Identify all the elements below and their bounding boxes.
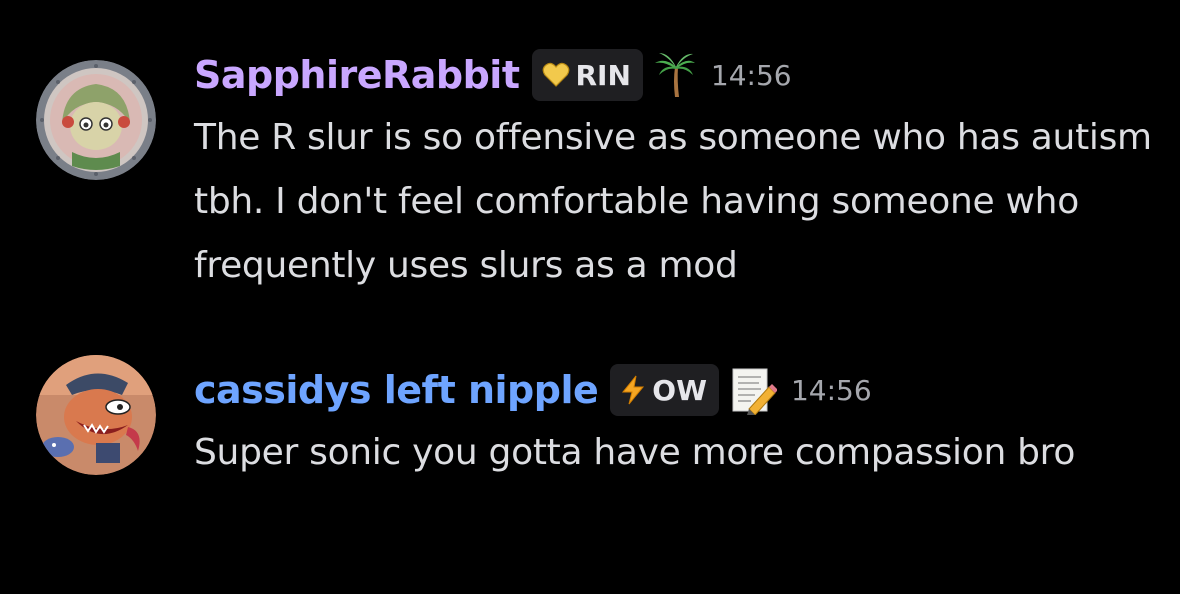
server-tag-label: RIN: [575, 58, 631, 92]
message-header: SapphireRabbit RIN 14:56: [194, 40, 792, 110]
memo-icon: [729, 365, 777, 415]
avatar[interactable]: [36, 355, 156, 475]
username[interactable]: SapphireRabbit: [194, 53, 520, 97]
yellow-heart-icon: [542, 62, 570, 88]
avatar[interactable]: [36, 60, 156, 180]
username[interactable]: cassidys left nipple: [194, 368, 599, 412]
server-tag[interactable]: RIN: [531, 49, 643, 101]
message-header: cassidys left nipple OW 14:56: [194, 355, 872, 425]
server-tag[interactable]: OW: [610, 364, 719, 416]
timestamp: 14:56: [790, 373, 872, 407]
lightning-icon: [620, 375, 646, 405]
palm-tree-icon: [653, 51, 697, 99]
message-content: Super sonic you gotta have more compassi…: [194, 432, 1076, 473]
message-content: The R slur is so offensive as someone wh…: [194, 117, 1152, 286]
server-tag-label: OW: [652, 373, 707, 407]
timestamp: 14:56: [710, 58, 792, 92]
